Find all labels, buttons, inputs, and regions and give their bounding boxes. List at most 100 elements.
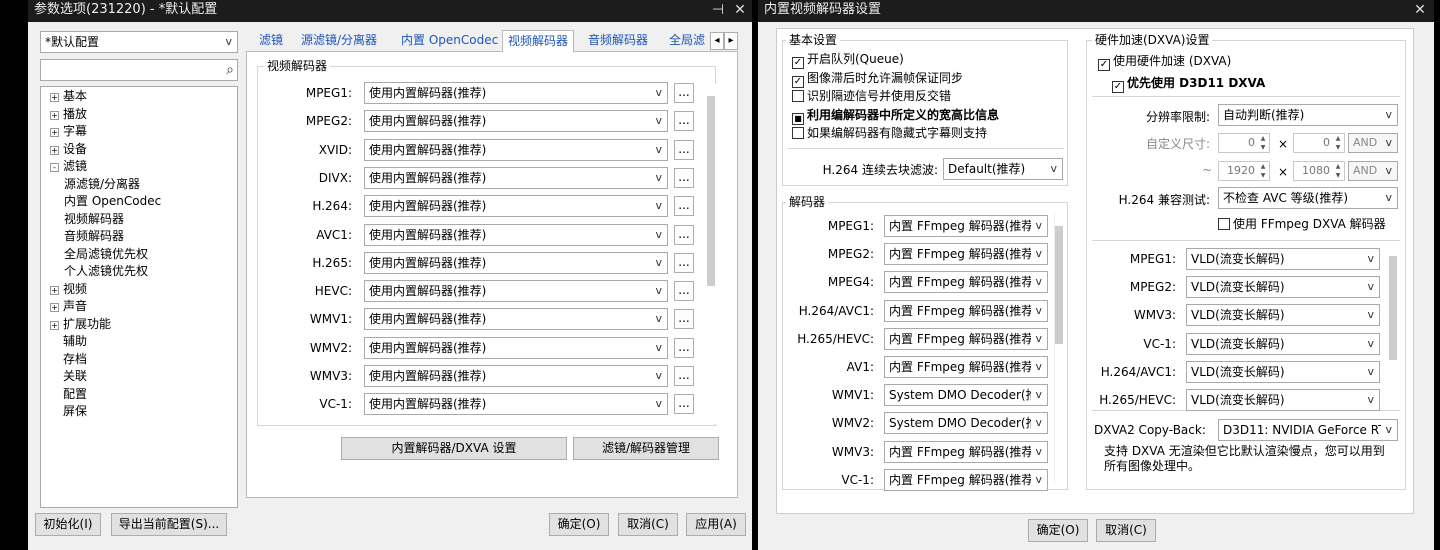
cancel-button[interactable]: 取消(C) [618,513,678,536]
tab-item[interactable]: 内置 OpenCodec [396,30,503,52]
hw-decoder-select[interactable]: VLD(流变长解码) v [1186,389,1380,411]
tab-item[interactable]: 源滤镜/分离器 [296,30,382,52]
tab-scroll-right-button[interactable]: ▸ [724,32,738,50]
decoder-select[interactable]: 使用内置解码器(推荐) v [364,166,668,189]
decoder-config-button[interactable]: ... [674,366,694,386]
basic-option-checkbox[interactable]: 如果编解码器有隐藏式字幕则支持 [792,125,987,141]
custom-and-select-2[interactable]: AND v [1348,161,1398,181]
decoder-select[interactable]: 使用内置解码器(推荐) v [364,110,668,133]
decoder-select[interactable]: 使用内置解码器(推荐) v [364,365,668,387]
tree-item[interactable]: 音频解码器 [64,228,124,245]
tab-item[interactable]: 视频解码器 [502,30,575,52]
tab-item[interactable]: 全局滤 [664,30,710,52]
decoder-select[interactable]: 使用内置解码器(推荐) v [364,195,668,218]
pin-icon[interactable]: ⊣ [708,0,728,20]
scrollbar-thumb[interactable] [1055,226,1063,344]
export-config-button[interactable]: 导出当前配置(S)... [111,513,227,536]
hw-decoder-select[interactable]: VLD(流变长解码) v [1186,360,1380,383]
collapse-icon[interactable]: - [50,163,59,172]
custom-height-max[interactable]: 1080 ▲ ▼ [1293,161,1345,181]
hw-decoder-select[interactable]: VLD(流变长解码) v [1186,248,1380,270]
expand-icon[interactable]: + [50,285,59,295]
tab-scroll-left-button[interactable]: ◂ [710,32,724,50]
basic-option-checkbox[interactable]: 识别隔迹信号并使用反交错 [792,88,951,104]
tree-item[interactable]: 屏保 [50,403,87,420]
tree-item[interactable]: 辅助 [50,333,87,350]
dxva-settings-button[interactable]: 内置解码器/DXVA 设置 [341,437,567,460]
decoder-config-button[interactable]: ... [674,394,694,415]
decoder-config-button[interactable]: ... [674,337,694,358]
tree-item[interactable]: 全局滤镜优先权 [64,246,148,263]
decoder-select[interactable]: 使用内置解码器(推荐) v [364,280,668,303]
decoder-select[interactable]: 内置 FFmpeg 解码器(推荐) v [884,327,1048,350]
decoder-config-button[interactable]: ... [674,309,694,330]
decoder-config-button[interactable]: ... [674,167,694,188]
close-icon[interactable]: ✕ [1410,0,1430,20]
decoder-select[interactable]: 内置 FFmpeg 解码器(推荐) v [884,299,1048,322]
decoder-config-button[interactable]: ... [674,224,694,245]
decoder-select[interactable]: System DMO Decoder(推荐) v [884,384,1048,407]
decoder-select[interactable]: 使用内置解码器(推荐) v [364,308,668,331]
tree-item[interactable]: - 滤镜 [50,158,87,175]
decoder-select[interactable]: 使用内置解码器(推荐) v [364,251,668,274]
profile-select[interactable]: *默认配置 v [40,31,238,53]
custom-height-min[interactable]: 0 ▲ ▼ [1293,133,1345,153]
expand-icon[interactable]: + [50,128,59,137]
tree-item[interactable]: + 设备 [50,141,87,158]
tree-item[interactable]: 源滤镜/分离器 [64,176,140,193]
tree-item[interactable]: 视频解码器 [64,211,124,228]
d3d11-checkbox[interactable]: ✓ 优先使用 D3D11 DXVA [1112,75,1265,93]
decoder-select[interactable]: 使用内置解码器(推荐) v [364,223,668,246]
basic-option-checkbox[interactable]: ■ 利用编解码器中所定义的宽高比信息 [792,107,999,125]
decoder-select[interactable]: 使用内置解码器(推荐) v [364,393,668,416]
scrollbar-thumb[interactable] [707,96,715,286]
tree-item[interactable]: + 视频 [50,281,87,298]
close-icon[interactable]: ✕ [730,0,750,20]
decoder-select[interactable]: 内置 FFmpeg 解码器(推荐) v [884,243,1048,266]
custom-and-select-1[interactable]: AND v [1348,133,1398,153]
expand-icon[interactable]: + [50,303,59,312]
tree-item[interactable]: 关联 [50,368,87,385]
tree-item[interactable]: + 播放 [50,106,87,123]
decoder-select[interactable]: 内置 FFmpeg 解码器(推荐) v [884,356,1048,378]
decoder-config-button[interactable]: ... [674,83,694,103]
resolution-limit-select[interactable]: 自动判断(推荐) v [1218,104,1398,126]
tree-item[interactable]: 个人滤镜优先权 [64,263,148,280]
expand-icon[interactable]: + [50,93,59,102]
spinner-icon[interactable]: ▲ ▼ [1258,134,1268,152]
decoder-config-button[interactable]: ... [674,281,694,302]
tab-item[interactable]: 滤镜 [254,30,288,52]
deblock-select[interactable]: Default(推荐) v [943,158,1063,180]
expand-icon[interactable]: + [50,110,59,120]
tree-item[interactable]: 存档 [50,351,87,368]
hw-decoder-select[interactable]: VLD(流变长解码) v [1186,304,1380,327]
tab-item[interactable]: 音频解码器 [583,30,653,52]
decoder-config-button[interactable]: ... [674,196,694,217]
search-input[interactable]: ⌕ [40,59,238,81]
hw-decoder-select[interactable]: VLD(流变长解码) v [1186,332,1380,355]
tree-item[interactable]: + 基本 [50,88,87,105]
init-button[interactable]: 初始化(I) [35,513,101,536]
ok-button[interactable]: 确定(O) [549,513,609,536]
decoder-select[interactable]: 内置 FFmpeg 解码器(推荐) v [884,215,1048,237]
h264-compat-select[interactable]: 不检查 AVC 等级(推荐) v [1218,187,1398,209]
decoder-select[interactable]: 内置 FFmpeg 解码器(推荐) v [884,440,1048,463]
apply-button[interactable]: 应用(A) [686,513,746,536]
expand-icon[interactable]: + [50,320,59,330]
spinner-icon[interactable]: ▲ ▼ [1333,134,1343,152]
tree-item[interactable]: + 扩展功能 [50,316,111,333]
ffmpeg-dxva-checkbox[interactable]: 使用 FFmpeg DXVA 解码器 [1218,216,1386,232]
decoder-config-button[interactable]: ... [674,139,694,160]
scrollbar-thumb[interactable] [1389,256,1397,360]
search-icon[interactable]: ⌕ [226,60,234,80]
copyback-select[interactable]: D3D11: NVIDIA GeForce RTX 4060 v [1218,419,1398,441]
custom-width-min[interactable]: 0 ▲ ▼ [1218,133,1270,153]
tree-item[interactable]: + 声音 [50,298,87,315]
spinner-icon[interactable]: ▲ ▼ [1333,162,1343,180]
basic-option-checkbox[interactable]: ✓ 图像滞后时允许漏帧保证同步 [792,70,963,88]
tree-item[interactable]: 配置 [50,386,87,403]
spinner-icon[interactable]: ▲ ▼ [1258,162,1268,180]
hw-decoder-select[interactable]: VLD(流变长解码) v [1186,276,1380,299]
custom-width-max[interactable]: 1920 ▲ ▼ [1218,161,1270,181]
decoder-select[interactable]: 使用内置解码器(推荐) v [364,138,668,161]
